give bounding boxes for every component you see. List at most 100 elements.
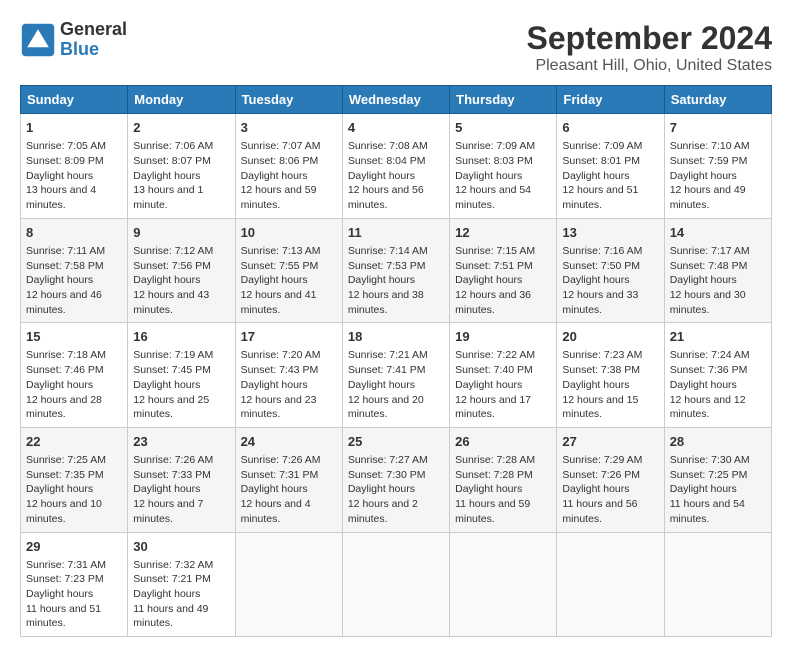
week-row-4: 22 Sunrise: 7:25 AMSunset: 7:35 PMDayligh… — [21, 427, 772, 532]
day-header-tuesday: Tuesday — [235, 86, 342, 114]
day-detail: Sunrise: 7:31 AMSunset: 7:23 PMDaylight … — [26, 558, 122, 631]
calendar-body: 1 Sunrise: 7:05 AMSunset: 8:09 PMDaylight… — [21, 114, 772, 637]
day-header-monday: Monday — [128, 86, 235, 114]
day-number: 9 — [133, 224, 229, 242]
day-detail: Sunrise: 7:10 AMSunset: 7:59 PMDaylight … — [670, 139, 766, 212]
calendar-cell: 26Sunrise: 7:28 AMSunset: 7:28 PMDayligh… — [450, 427, 557, 532]
calendar-cell: 8 Sunrise: 7:11 AMSunset: 7:58 PMDaylight… — [21, 218, 128, 323]
header: General Blue September 2024 Pleasant Hil… — [20, 20, 772, 75]
day-detail: Sunrise: 7:08 AMSunset: 8:04 PMDaylight … — [348, 139, 444, 212]
day-number: 10 — [241, 224, 337, 242]
calendar-cell: 1 Sunrise: 7:05 AMSunset: 8:09 PMDaylight… — [21, 114, 128, 219]
calendar-cell: 7Sunrise: 7:10 AMSunset: 7:59 PMDaylight… — [664, 114, 771, 219]
day-detail: Sunrise: 7:09 AMSunset: 8:03 PMDaylight … — [455, 139, 551, 212]
day-detail: Sunrise: 7:30 AMSunset: 7:25 PMDaylight … — [670, 453, 766, 526]
calendar-cell: 15 Sunrise: 7:18 AMSunset: 7:46 PMDayligh… — [21, 323, 128, 428]
day-number: 29 — [26, 538, 122, 556]
day-header-saturday: Saturday — [664, 86, 771, 114]
calendar-cell: 6Sunrise: 7:09 AMSunset: 8:01 PMDaylight… — [557, 114, 664, 219]
day-number: 1 — [26, 119, 122, 137]
header-row: SundayMondayTuesdayWednesdayThursdayFrid… — [21, 86, 772, 114]
day-detail: Sunrise: 7:06 AMSunset: 8:07 PMDaylight … — [133, 139, 229, 212]
week-row-1: 1 Sunrise: 7:05 AMSunset: 8:09 PMDaylight… — [21, 114, 772, 219]
calendar-cell — [557, 532, 664, 637]
calendar-cell: 3 Sunrise: 7:07 AMSunset: 8:06 PMDaylight… — [235, 114, 342, 219]
calendar-cell: 24 Sunrise: 7:26 AMSunset: 7:31 PMDayligh… — [235, 427, 342, 532]
day-number: 18 — [348, 328, 444, 346]
day-number: 16 — [133, 328, 229, 346]
day-number: 6 — [562, 119, 658, 137]
calendar-cell: 16Sunrise: 7:19 AMSunset: 7:45 PMDayligh… — [128, 323, 235, 428]
calendar-cell: 27 Sunrise: 7:29 AMSunset: 7:26 PMDayligh… — [557, 427, 664, 532]
day-number: 14 — [670, 224, 766, 242]
day-number: 13 — [562, 224, 658, 242]
calendar-cell: 9 Sunrise: 7:12 AMSunset: 7:56 PMDaylight… — [128, 218, 235, 323]
day-detail: Sunrise: 7:27 AMSunset: 7:30 PMDaylight … — [348, 453, 444, 526]
day-detail: Sunrise: 7:12 AMSunset: 7:56 PMDaylight … — [133, 244, 229, 317]
day-detail: Sunrise: 7:18 AMSunset: 7:46 PMDaylight … — [26, 348, 122, 421]
calendar-cell — [342, 532, 449, 637]
calendar-cell: 29 Sunrise: 7:31 AMSunset: 7:23 PMDayligh… — [21, 532, 128, 637]
day-detail: Sunrise: 7:07 AMSunset: 8:06 PMDaylight … — [241, 139, 337, 212]
day-detail: Sunrise: 7:05 AMSunset: 8:09 PMDaylight … — [26, 139, 122, 212]
day-number: 17 — [241, 328, 337, 346]
day-detail: Sunrise: 7:22 AMSunset: 7:40 PMDaylight … — [455, 348, 551, 421]
calendar-cell: 30 Sunrise: 7:32 AMSunset: 7:21 PMDayligh… — [128, 532, 235, 637]
day-number: 23 — [133, 433, 229, 451]
day-number: 5 — [455, 119, 551, 137]
calendar-cell: 17Sunrise: 7:20 AMSunset: 7:43 PMDayligh… — [235, 323, 342, 428]
calendar-cell: 13 Sunrise: 7:16 AMSunset: 7:50 PMDayligh… — [557, 218, 664, 323]
day-number: 4 — [348, 119, 444, 137]
week-row-3: 15 Sunrise: 7:18 AMSunset: 7:46 PMDayligh… — [21, 323, 772, 428]
week-row-5: 29 Sunrise: 7:31 AMSunset: 7:23 PMDayligh… — [21, 532, 772, 637]
day-detail: Sunrise: 7:25 AMSunset: 7:35 PMDaylight … — [26, 453, 122, 526]
day-detail: Sunrise: 7:21 AMSunset: 7:41 PMDaylight … — [348, 348, 444, 421]
calendar-cell: 2 Sunrise: 7:06 AMSunset: 8:07 PMDaylight… — [128, 114, 235, 219]
day-detail: Sunrise: 7:17 AMSunset: 7:48 PMDaylight … — [670, 244, 766, 317]
day-number: 19 — [455, 328, 551, 346]
day-detail: Sunrise: 7:26 AMSunset: 7:31 PMDaylight … — [241, 453, 337, 526]
day-number: 8 — [26, 224, 122, 242]
week-row-2: 8 Sunrise: 7:11 AMSunset: 7:58 PMDaylight… — [21, 218, 772, 323]
calendar-cell: 19 Sunrise: 7:22 AMSunset: 7:40 PMDayligh… — [450, 323, 557, 428]
calendar-cell — [235, 532, 342, 637]
page-title: September 2024 — [527, 20, 772, 57]
calendar-cell: 21Sunrise: 7:24 AMSunset: 7:36 PMDayligh… — [664, 323, 771, 428]
calendar-cell: 22 Sunrise: 7:25 AMSunset: 7:35 PMDayligh… — [21, 427, 128, 532]
day-number: 2 — [133, 119, 229, 137]
day-detail: Sunrise: 7:13 AMSunset: 7:55 PMDaylight … — [241, 244, 337, 317]
day-header-sunday: Sunday — [21, 86, 128, 114]
day-header-wednesday: Wednesday — [342, 86, 449, 114]
page-subtitle: Pleasant Hill, Ohio, United States — [527, 57, 772, 75]
calendar-cell: 12 Sunrise: 7:15 AMSunset: 7:51 PMDayligh… — [450, 218, 557, 323]
day-detail: Sunrise: 7:16 AMSunset: 7:50 PMDaylight … — [562, 244, 658, 317]
day-number: 15 — [26, 328, 122, 346]
day-detail: Sunrise: 7:23 AMSunset: 7:38 PMDaylight … — [562, 348, 658, 421]
day-number: 25 — [348, 433, 444, 451]
logo-icon — [20, 22, 56, 58]
calendar-cell: 14 Sunrise: 7:17 AMSunset: 7:48 PMDayligh… — [664, 218, 771, 323]
calendar-table: SundayMondayTuesdayWednesdayThursdayFrid… — [20, 85, 772, 637]
day-number: 22 — [26, 433, 122, 451]
day-number: 11 — [348, 224, 444, 242]
day-number: 24 — [241, 433, 337, 451]
day-number: 20 — [562, 328, 658, 346]
logo: General Blue — [20, 20, 127, 60]
day-detail: Sunrise: 7:32 AMSunset: 7:21 PMDaylight … — [133, 558, 229, 631]
calendar-cell — [664, 532, 771, 637]
day-number: 28 — [670, 433, 766, 451]
calendar-cell: 20 Sunrise: 7:23 AMSunset: 7:38 PMDayligh… — [557, 323, 664, 428]
day-number: 3 — [241, 119, 337, 137]
day-number: 30 — [133, 538, 229, 556]
day-number: 27 — [562, 433, 658, 451]
logo-line2: Blue — [60, 40, 127, 60]
day-detail: Sunrise: 7:29 AMSunset: 7:26 PMDaylight … — [562, 453, 658, 526]
calendar-cell: 23 Sunrise: 7:26 AMSunset: 7:33 PMDayligh… — [128, 427, 235, 532]
title-area: September 2024 Pleasant Hill, Ohio, Unit… — [527, 20, 772, 75]
day-header-friday: Friday — [557, 86, 664, 114]
day-detail: Sunrise: 7:11 AMSunset: 7:58 PMDaylight … — [26, 244, 122, 317]
day-number: 12 — [455, 224, 551, 242]
day-detail: Sunrise: 7:26 AMSunset: 7:33 PMDaylight … — [133, 453, 229, 526]
day-detail: Sunrise: 7:15 AMSunset: 7:51 PMDaylight … — [455, 244, 551, 317]
calendar-cell: 4 Sunrise: 7:08 AMSunset: 8:04 PMDaylight… — [342, 114, 449, 219]
